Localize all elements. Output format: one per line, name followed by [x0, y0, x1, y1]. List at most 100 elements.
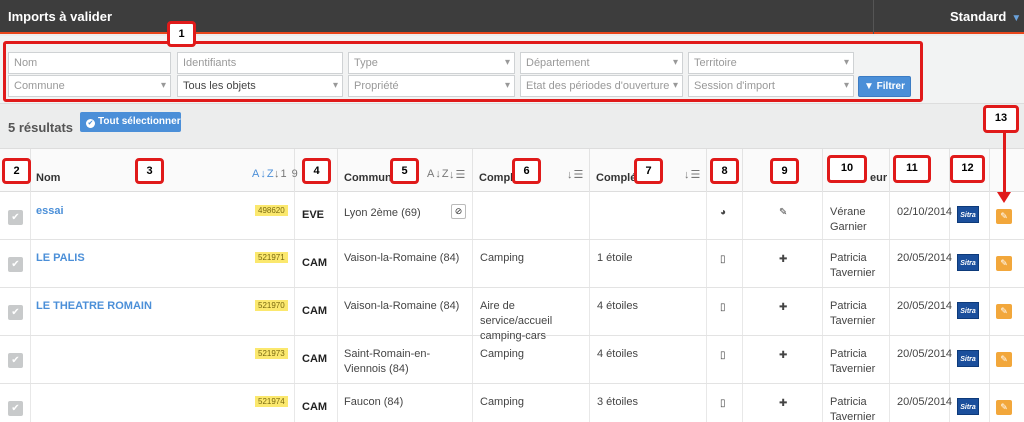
row-auteur: Patricia Tavernier — [830, 348, 876, 375]
row-name-link[interactable]: LE PALIS — [36, 252, 85, 264]
cell-complement2 — [590, 192, 707, 239]
document-icon[interactable]: ▯ — [720, 254, 726, 265]
row-date: 20/05/2014 — [897, 300, 953, 312]
annotation-badge-9: 9 — [770, 158, 799, 184]
view-selector[interactable]: Standard ▼ — [950, 9, 1021, 24]
row-complement2: 1 étoile — [597, 252, 633, 264]
annotation-badge-5: 5 — [390, 158, 419, 184]
plus-icon[interactable]: ✚ — [779, 350, 787, 361]
sort-list-icon[interactable]: ↓☰ — [449, 168, 466, 181]
row-checkbox[interactable]: ✔ — [8, 401, 23, 416]
annotation-arrow — [1003, 132, 1006, 195]
row-commune: Vaison-la-Romaine (84) — [344, 252, 460, 264]
select-all-label: Tout sélectionner — [98, 116, 181, 127]
table-row: ✔ 521973 CAM Saint-Romain-en-Viennois (8… — [0, 336, 1024, 384]
edit-pencil-icon[interactable]: ✎ — [996, 304, 1012, 319]
row-code-badge: 521971 — [255, 252, 288, 263]
row-name-link[interactable]: essai — [36, 205, 64, 217]
plus-icon[interactable]: ✚ — [779, 398, 787, 409]
sort-alpha-icon[interactable]: A↓Z — [427, 168, 450, 180]
edit-pencil-icon[interactable]: ✎ — [996, 400, 1012, 415]
annotation-badge-8: 8 — [710, 158, 739, 184]
annotation-badge-13: 13 — [983, 105, 1019, 133]
edit-pencil-icon[interactable]: ✎ — [996, 352, 1012, 367]
table-row: ✔ LE THEATRE ROMAIN 521970 CAM Vaison-la… — [0, 288, 1024, 342]
row-name-link[interactable]: LE THEATRE ROMAIN — [36, 300, 152, 312]
row-checkbox[interactable]: ✔ — [8, 210, 23, 225]
select-all-button[interactable]: ✔ Tout sélectionner — [80, 112, 181, 132]
plus-icon[interactable]: ✚ — [779, 302, 787, 313]
sitra-logo: Sitra — [957, 206, 979, 223]
edit-pencil-icon[interactable]: ✎ — [996, 209, 1012, 224]
annotation-badge-7: 7 — [634, 158, 663, 184]
sitra-logo: Sitra — [957, 302, 979, 319]
chevron-down-icon: ▼ — [1011, 13, 1022, 24]
row-code-badge: 521970 — [255, 300, 288, 311]
row-type: CAM — [302, 401, 328, 413]
results-count: 5 résultats — [8, 120, 74, 135]
row-complement2: 4 étoiles — [597, 348, 638, 360]
sitra-logo: Sitra — [957, 254, 979, 271]
row-type: CAM — [302, 353, 328, 365]
row-commune: Saint-Romain-en-Viennois (84) — [344, 348, 431, 375]
row-type: CAM — [302, 257, 328, 269]
annotation-badge-1: 1 — [167, 21, 196, 47]
edit-pencil-icon[interactable]: ✎ — [996, 256, 1012, 271]
sitra-logo: Sitra — [957, 398, 979, 415]
row-complement1: Camping — [480, 348, 525, 360]
row-type: CAM — [302, 305, 328, 317]
header-nom-label: Nom — [36, 172, 61, 184]
row-date: 20/05/2014 — [897, 348, 953, 360]
row-auteur: Patricia Tavernier — [830, 300, 876, 327]
sort-alpha-icon[interactable]: A↓Z — [252, 168, 275, 180]
row-complement1: Camping — [480, 252, 525, 264]
row-date: 02/10/2014 — [897, 206, 953, 218]
row-checkbox[interactable]: ✔ — [8, 305, 23, 320]
annotation-box-filters — [3, 41, 923, 102]
document-icon[interactable]: ▯ — [720, 350, 726, 361]
document-icon[interactable]: ▯ — [720, 398, 726, 409]
row-commune: Faucon (84) — [344, 396, 404, 408]
geolocation-icon[interactable]: ⊘ — [451, 204, 466, 219]
annotation-badge-2: 2 — [2, 158, 31, 184]
table-row: ✔ LE PALIS 521971 CAM Vaison-la-Romaine … — [0, 240, 1024, 288]
annotation-badge-3: 3 — [135, 158, 164, 184]
annotation-badge-6: 6 — [512, 158, 541, 184]
results-table: Nom A↓Z ↓1 9 Commune A↓Z ↓☰ Comple ↓☰ Co… — [0, 148, 1024, 422]
row-date: 20/05/2014 — [897, 252, 953, 264]
pencil-icon[interactable]: ✎ — [779, 207, 787, 218]
row-commune: Vaison-la-Romaine (84) — [344, 300, 460, 312]
row-code-badge: 521974 — [255, 396, 288, 407]
page-title: Imports à valider — [8, 9, 113, 24]
cell-complement1 — [473, 192, 590, 239]
row-code-badge: 521973 — [255, 348, 288, 359]
row-complement2: 3 étoiles — [597, 396, 638, 408]
cell-nom — [31, 336, 295, 383]
row-auteur: Patricia Tavernier — [830, 252, 876, 279]
row-checkbox[interactable]: ✔ — [8, 353, 23, 368]
row-type: EVE — [302, 209, 325, 221]
annotation-badge-4: 4 — [302, 158, 331, 184]
table-row: ✔ essai 498620 EVE Lyon 2ème (69) ⊘ ◕ ✎ … — [0, 192, 1024, 240]
row-auteur: Vérane Garnier — [830, 206, 867, 233]
row-auteur: Patricia Tavernier — [830, 396, 876, 422]
sort-list-icon[interactable]: ↓☰ — [684, 168, 701, 181]
document-icon[interactable]: ▯ — [720, 302, 726, 313]
row-code-badge: 498620 — [255, 205, 288, 216]
sort-list-icon[interactable]: ↓☰ — [567, 168, 584, 181]
topbar-divider — [873, 0, 874, 34]
top-bar: Imports à valider Standard ▼ — [0, 0, 1024, 34]
annotation-badge-11: 11 — [893, 155, 931, 183]
row-checkbox[interactable]: ✔ — [8, 257, 23, 272]
header-auteur-label: eur — [870, 172, 888, 184]
view-label: Standard — [950, 9, 1007, 24]
row-commune: Lyon 2ème (69) — [344, 207, 421, 219]
annotation-arrowhead — [997, 192, 1011, 203]
plus-icon[interactable]: ✚ — [779, 254, 787, 265]
globe-icon[interactable]: ◕ — [720, 207, 726, 218]
row-complement1: Camping — [480, 396, 525, 408]
check-circle-icon: ✔ — [86, 119, 95, 128]
row-complement2: 4 étoiles — [597, 300, 638, 312]
sitra-logo: Sitra — [957, 350, 979, 367]
header-complement2-label: Complé — [596, 172, 637, 184]
